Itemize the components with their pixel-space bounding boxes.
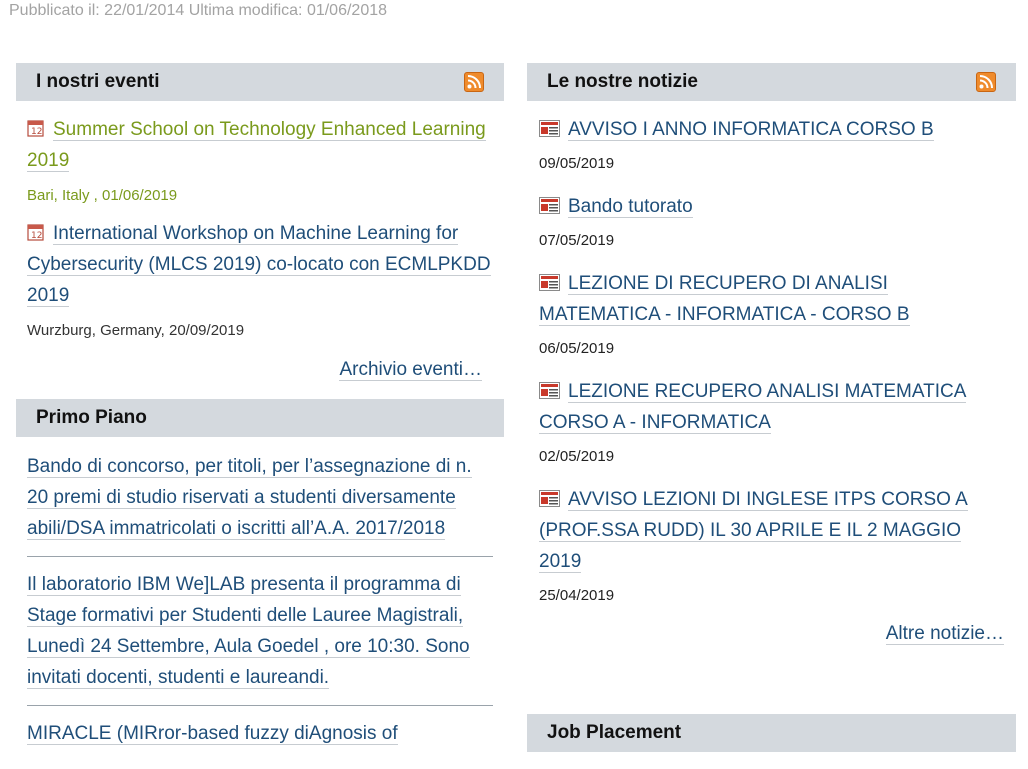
rss-icon[interactable] xyxy=(464,72,484,92)
primo-item: Il laboratorio IBM We]LAB presenta il pr… xyxy=(27,569,493,706)
news-link[interactable]: LEZIONE RECUPERO ANALISI MATEMATICA CORS… xyxy=(539,381,967,434)
news-icon xyxy=(539,197,560,219)
primo-list: Bando di concorso, per titoli, per l’ass… xyxy=(16,437,504,761)
primo-title: Primo Piano xyxy=(36,407,147,428)
news-date: 06/05/2019 xyxy=(539,340,615,357)
events-archive-link[interactable]: Archivio eventi… xyxy=(339,359,482,381)
primo-item: MIRACLE (MIRror-based fuzzy diAgnosis of xyxy=(27,718,493,761)
primo-link[interactable]: MIRACLE (MIRror-based fuzzy diAgnosis of xyxy=(27,723,398,745)
news-icon xyxy=(539,120,560,142)
svg-text:12: 12 xyxy=(31,127,42,137)
job-placement-section: Job Placement xyxy=(527,714,1016,752)
events-list: 12 Summer School on Technology Enhanced … xyxy=(16,101,504,381)
news-item: AVVISO LEZIONI DI INGLESE ITPS CORSO A (… xyxy=(539,484,1004,604)
job-title: Job Placement xyxy=(547,722,682,743)
news-item: Bando tutorato 07/05/2019 xyxy=(539,191,1004,249)
calendar-icon: 12 xyxy=(27,223,45,246)
svg-text:12: 12 xyxy=(31,231,42,241)
news-icon xyxy=(539,382,560,404)
news-date: 07/05/2019 xyxy=(539,232,615,249)
news-link[interactable]: Bando tutorato xyxy=(568,196,693,218)
news-icon xyxy=(539,490,560,512)
right-column: Le nostre notizie AVVISO I ANNO INFORMAT… xyxy=(527,63,1016,645)
news-date: 25/04/2019 xyxy=(539,587,615,604)
rss-icon[interactable] xyxy=(976,72,996,92)
primo-item: Bando di concorso, per titoli, per l’ass… xyxy=(27,451,493,557)
publication-info: Pubblicato il: 22/01/2014 Ultima modific… xyxy=(9,2,388,19)
news-item: LEZIONE RECUPERO ANALISI MATEMATICA CORS… xyxy=(539,376,1004,465)
news-item: AVVISO I ANNO INFORMATICA CORSO B 09/05/… xyxy=(539,114,1004,172)
news-item: LEZIONE DI RECUPERO DI ANALISI MATEMATIC… xyxy=(539,268,1004,357)
news-link[interactable]: LEZIONE DI RECUPERO DI ANALISI MATEMATIC… xyxy=(539,273,910,326)
job-header: Job Placement xyxy=(527,714,1016,752)
news-header: Le nostre notizie xyxy=(527,63,1016,101)
news-date: 09/05/2019 xyxy=(539,155,615,172)
event-link[interactable]: Summer School on Technology Enhanced Lea… xyxy=(27,119,486,172)
event-item: 12 International Workshop on Machine Lea… xyxy=(27,218,493,339)
primo-header: Primo Piano xyxy=(16,399,504,437)
calendar-icon: 12 xyxy=(27,119,45,142)
news-date: 02/05/2019 xyxy=(539,448,615,465)
event-meta: Bari, Italy , 01/06/2019 xyxy=(27,187,178,204)
primo-link[interactable]: Il laboratorio IBM We]LAB presenta il pr… xyxy=(27,574,470,689)
news-link[interactable]: AVVISO LEZIONI DI INGLESE ITPS CORSO A (… xyxy=(539,489,968,573)
left-column: I nostri eventi 12 Summer School on Tech… xyxy=(16,63,504,769)
events-title: I nostri eventi xyxy=(36,71,160,92)
event-link[interactable]: International Workshop on Machine Learni… xyxy=(27,223,491,307)
event-item: 12 Summer School on Technology Enhanced … xyxy=(27,114,493,204)
news-more-link[interactable]: Altre notizie… xyxy=(885,623,1004,645)
event-meta: Wurzburg, Germany, 20/09/2019 xyxy=(27,322,245,339)
news-list: AVVISO I ANNO INFORMATICA CORSO B 09/05/… xyxy=(527,101,1016,645)
news-title: Le nostre notizie xyxy=(547,71,698,92)
news-link[interactable]: AVVISO I ANNO INFORMATICA CORSO B xyxy=(568,119,934,141)
events-header: I nostri eventi xyxy=(16,63,504,101)
news-icon xyxy=(539,274,560,296)
primo-link[interactable]: Bando di concorso, per titoli, per l’ass… xyxy=(27,456,472,540)
events-archive: Archivio eventi… xyxy=(27,359,493,381)
news-more: Altre notizie… xyxy=(539,623,1004,645)
